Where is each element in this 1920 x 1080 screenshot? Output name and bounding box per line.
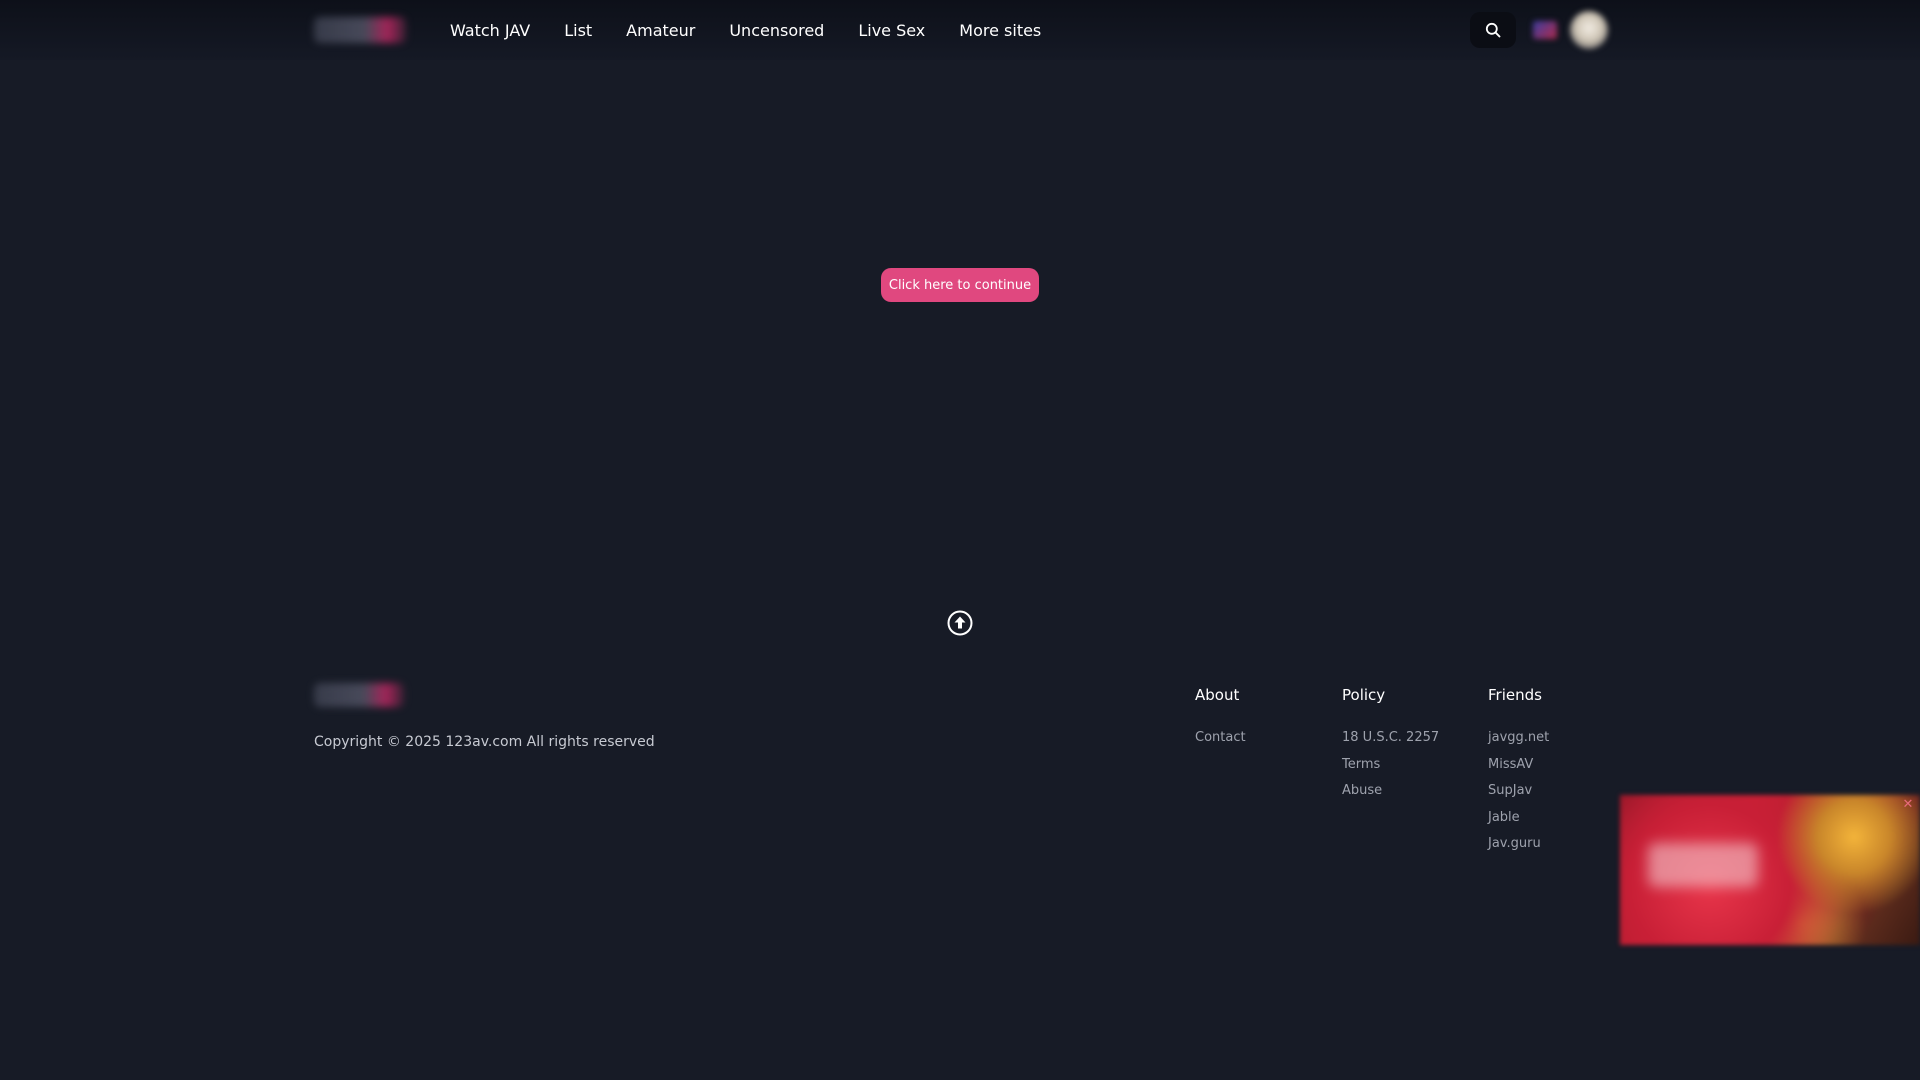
nav-live-sex[interactable]: Live Sex <box>858 21 925 40</box>
footer-link-contact[interactable]: Contact <box>1195 730 1246 746</box>
footer-link-supjav[interactable]: SupJav <box>1488 783 1549 799</box>
ad-close-button[interactable]: ✕ <box>1899 795 1917 813</box>
language-flag-icon[interactable] <box>1533 21 1557 39</box>
search-button[interactable] <box>1470 12 1516 48</box>
nav-more-sites[interactable]: More sites <box>959 21 1041 40</box>
footer-link-javguru[interactable]: Jav.guru <box>1488 836 1549 852</box>
back-to-top-button[interactable] <box>947 610 973 636</box>
site-logo[interactable] <box>314 17 406 43</box>
copyright-text: Copyright © 2025 123av.com All rights re… <box>314 734 655 750</box>
nav-list[interactable]: List <box>564 21 592 40</box>
user-avatar[interactable] <box>1570 11 1608 49</box>
ad-banner[interactable] <box>1620 795 1920 945</box>
footer-link-javgg[interactable]: javgg.net <box>1488 730 1549 746</box>
footer-link-terms[interactable]: Terms <box>1342 757 1439 773</box>
footer-link-abuse[interactable]: Abuse <box>1342 783 1439 799</box>
footer-link-2257[interactable]: 18 U.S.C. 2257 <box>1342 730 1439 746</box>
footer-link-jable[interactable]: Jable <box>1488 810 1549 826</box>
footer-link-missav[interactable]: MissAV <box>1488 757 1549 773</box>
ad-image <box>1648 843 1758 887</box>
main-nav: Watch JAV List Amateur Uncensored Live S… <box>450 0 1075 60</box>
footer-column-policy: Policy 18 U.S.C. 2257 Terms Abuse <box>1342 686 1439 810</box>
arrow-up-circle-icon <box>947 610 973 636</box>
site-header: Watch JAV List Amateur Uncensored Live S… <box>0 0 1920 60</box>
nav-watch-jav[interactable]: Watch JAV <box>450 21 530 40</box>
footer-column-friends: Friends javgg.net MissAV SupJav Jable Ja… <box>1488 686 1549 863</box>
footer-column-about: About Contact <box>1195 686 1246 757</box>
continue-button[interactable]: Click here to continue <box>881 268 1039 302</box>
footer-logo[interactable] <box>314 683 404 707</box>
footer-column-title: Friends <box>1488 686 1542 704</box>
nav-amateur[interactable]: Amateur <box>626 21 695 40</box>
page: Watch JAV List Amateur Uncensored Live S… <box>0 0 1920 1080</box>
footer-column-title: Policy <box>1342 686 1386 704</box>
nav-uncensored[interactable]: Uncensored <box>729 21 824 40</box>
close-icon: ✕ <box>1902 796 1914 812</box>
footer-column-title: About <box>1195 686 1240 704</box>
search-icon <box>1485 22 1501 38</box>
